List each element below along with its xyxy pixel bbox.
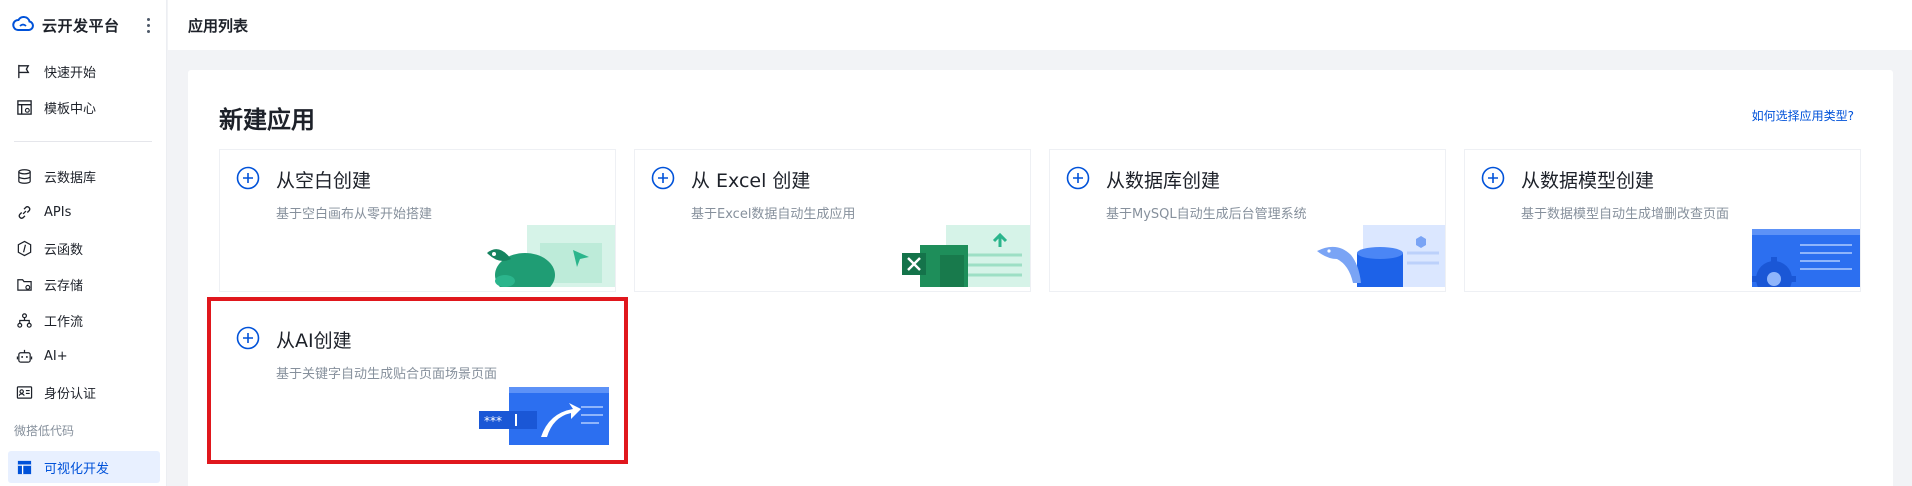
sidebar-item-label: 可视化开发: [44, 461, 110, 477]
flag-icon: [15, 62, 33, 80]
sidebar-item-label: 工作流: [44, 314, 84, 330]
workflow-icon: [15, 311, 33, 329]
sidebar-item-templates[interactable]: 模板中心: [8, 91, 160, 123]
plus-circle-icon: [1066, 166, 1090, 190]
card-description: 基于MySQL自动生成后台管理系统: [1106, 207, 1307, 222]
top-bar: 应用列表: [168, 0, 1912, 50]
svg-text:***: ***: [484, 414, 502, 428]
card-description: 基于空白画布从零开始搭建: [276, 207, 433, 222]
robot-icon: [15, 347, 33, 365]
card-description: 基于Excel数据自动生成应用: [691, 207, 856, 222]
template-icon: [15, 98, 33, 116]
plus-circle-icon: [1481, 166, 1505, 190]
sidebar-item-quickstart[interactable]: 快速开始: [8, 55, 160, 87]
layout-icon: [15, 458, 33, 476]
sidebar-divider: [14, 141, 152, 142]
page-title: 应用列表: [188, 17, 249, 35]
link-icon: [15, 203, 33, 221]
card-description: 基于数据模型自动生成增删改查页面: [1521, 207, 1730, 222]
sidebar-item-label: 身份认证: [44, 386, 97, 402]
sidebar-group-label: 微搭低代码: [14, 424, 75, 438]
id-card-icon: [15, 383, 33, 401]
sidebar-item-ai[interactable]: AI+: [8, 340, 160, 372]
card-title: 从空白创建: [276, 170, 372, 192]
mysql-illustration-icon: [1315, 225, 1445, 291]
brand-title: 云开发平台: [42, 17, 120, 35]
sidebar-item-auth[interactable]: 身份认证: [8, 376, 160, 408]
card-title: 从AI创建: [276, 330, 352, 352]
more-options-icon[interactable]: [140, 14, 156, 36]
sidebar-item-apis[interactable]: APIs: [8, 196, 160, 228]
sidebar-item-functions[interactable]: 云函数: [8, 232, 160, 264]
app-root: 云开发平台 快速开始 模板中心 云数据库 APIs 云函数 云存储 工作流 AI…: [0, 0, 1912, 486]
card-title: 从数据库创建: [1106, 170, 1221, 192]
sidebar-item-label: 快速开始: [44, 65, 97, 81]
database-icon: [15, 167, 33, 185]
function-icon: [15, 239, 33, 257]
create-from-blank-card[interactable]: 从空白创建 基于空白画布从零开始搭建: [219, 149, 616, 292]
sidebar-item-database[interactable]: 云数据库: [8, 160, 160, 192]
turtle-illustration-icon: [485, 225, 615, 291]
plus-circle-icon: [236, 326, 260, 350]
create-from-data-model-card[interactable]: 从数据模型创建 基于数据模型自动生成增删改查页面: [1464, 149, 1861, 292]
sidebar-item-label: APIs: [44, 204, 72, 220]
sidebar-item-label: 云函数: [44, 242, 84, 258]
ai-illustration-icon: ***: [479, 385, 615, 451]
sidebar-item-label: 模板中心: [44, 101, 97, 117]
app-type-help-link[interactable]: 如何选择应用类型?: [1752, 107, 1854, 124]
sidebar-item-label: 云数据库: [44, 170, 97, 186]
create-from-excel-card[interactable]: 从 Excel 创建 基于Excel数据自动生成应用: [634, 149, 1031, 292]
folder-icon: [15, 275, 33, 293]
plus-circle-icon: [236, 166, 260, 190]
section-heading: 新建应用: [219, 106, 315, 134]
excel-illustration-icon: [900, 225, 1030, 291]
sidebar-item-workflow[interactable]: 工作流: [8, 304, 160, 336]
sidebar-item-visual-dev[interactable]: 可视化开发: [8, 451, 160, 483]
card-title: 从 Excel 创建: [691, 170, 811, 192]
cloud-logo-icon: [12, 15, 34, 33]
sidebar-item-label: 云存储: [44, 278, 84, 294]
sidebar-item-storage[interactable]: 云存储: [8, 268, 160, 300]
brand: 云开发平台: [0, 0, 167, 50]
sidebar-item-label: AI+: [44, 348, 68, 364]
create-from-ai-card[interactable]: 从AI创建 基于关键字自动生成贴合页面场景页面 ***: [207, 297, 628, 464]
data-model-illustration-icon: [1730, 225, 1860, 291]
sidebar: 云开发平台 快速开始 模板中心 云数据库 APIs 云函数 云存储 工作流 AI…: [0, 0, 167, 486]
card-title: 从数据模型创建: [1521, 170, 1655, 192]
plus-circle-icon: [651, 166, 675, 190]
card-description: 基于关键字自动生成贴合页面场景页面: [276, 367, 498, 382]
create-from-database-card[interactable]: 从数据库创建 基于MySQL自动生成后台管理系统: [1049, 149, 1446, 292]
new-app-panel: 新建应用 如何选择应用类型? 从空白创建 基于空白画布从零开始搭建 从 Exce…: [188, 70, 1893, 486]
